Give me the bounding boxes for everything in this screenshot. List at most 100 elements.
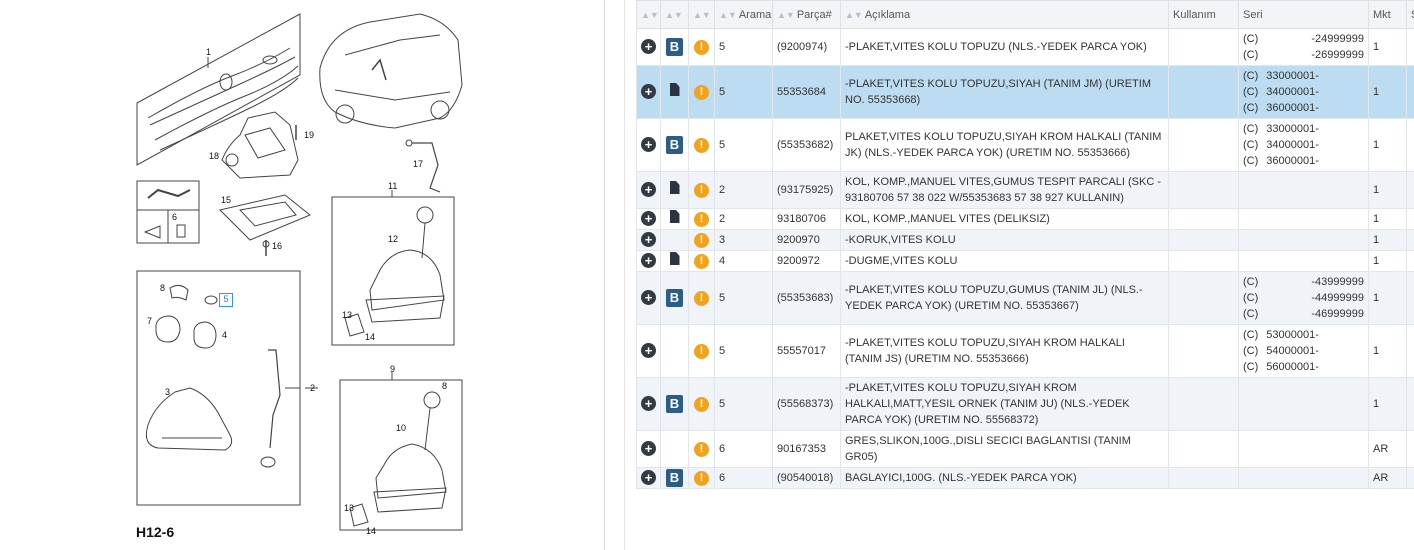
b-badge-icon[interactable]: B bbox=[666, 395, 683, 413]
warning-icon[interactable]: ! bbox=[694, 183, 709, 198]
col-series-header[interactable]: Seri bbox=[1238, 0, 1369, 29]
plus-circle-icon[interactable]: + bbox=[641, 38, 656, 54]
series-line: (C) 36000001- bbox=[1243, 100, 1364, 116]
b-badge-icon[interactable]: B bbox=[666, 289, 683, 307]
document-icon[interactable] bbox=[669, 210, 680, 223]
parts-diagram[interactable]: 1 2 3 4 5 6 7 8 8 9 10 11 12 13 13 14 14… bbox=[0, 0, 604, 550]
col-search-header[interactable]: ▲▼ Arama bbox=[714, 0, 773, 29]
callout-4: 4 bbox=[222, 330, 228, 340]
warning-icon[interactable]: ! bbox=[694, 233, 709, 248]
col-expand-header[interactable]: ▲▼ bbox=[636, 0, 661, 29]
col-search-label: Arama bbox=[738, 8, 772, 21]
document-icon[interactable] bbox=[669, 181, 680, 194]
cell-part-number[interactable]: (9200974) bbox=[772, 28, 841, 66]
callout-6: 6 bbox=[172, 212, 178, 222]
warning-icon[interactable]: ! bbox=[694, 85, 709, 100]
table-row[interactable]: + B! 5 (55353682) PLAKET,VITES KOLU TOPUZU,S… bbox=[636, 118, 1414, 172]
cell-part-number[interactable]: 93180706 bbox=[772, 208, 841, 230]
cell-part-number[interactable]: 9200972 bbox=[772, 250, 841, 272]
parts-table-container[interactable]: ▲▼ ▲▼ ▲▼ ▲▼ Arama ▲▼ Parça# ▲▼ Açıklama Kul… bbox=[636, 0, 1414, 550]
b-badge-icon[interactable]: B bbox=[666, 136, 683, 154]
plus-circle-icon[interactable]: + bbox=[641, 469, 656, 485]
plus-circle-icon[interactable]: + bbox=[641, 395, 656, 411]
table-row[interactable]: +! 2 93180706 KOL, KOMP.,MANUEL VITES (DELI… bbox=[636, 208, 1414, 230]
table-row[interactable]: +! 5 55557017 -PLAKET,VITES KOLU TOPUZU,SIY… bbox=[636, 324, 1414, 378]
cell-part-number[interactable]: (55353682) bbox=[772, 118, 841, 172]
callout-13a: 13 bbox=[342, 310, 353, 320]
cell-part-number[interactable]: (90540018) bbox=[772, 467, 841, 489]
warning-icon[interactable]: ! bbox=[694, 212, 709, 227]
document-icon[interactable] bbox=[669, 252, 680, 265]
table-row[interactable]: + B! 5 (55353683) -PLAKET,VITES KOLU TOPUZU,… bbox=[636, 271, 1414, 325]
cell-qty: 1 bbox=[1368, 229, 1407, 251]
cell-part-number[interactable]: (55353683) bbox=[772, 271, 841, 325]
table-row[interactable]: + B! 5 (55568373) -PLAKET,VITES KOLU TOPUZU,… bbox=[636, 377, 1414, 431]
cell-part-number[interactable]: 55353684 bbox=[772, 65, 841, 119]
series-line: (C) 36000001- bbox=[1243, 153, 1364, 169]
col-qty-header[interactable]: Mkt bbox=[1368, 0, 1407, 29]
plus-circle-icon[interactable]: + bbox=[641, 136, 656, 152]
table-row[interactable]: +! 4 9200972 -DUGME,VITES KOLU 1 bbox=[636, 250, 1414, 272]
cell-s bbox=[1406, 118, 1414, 172]
plus-circle-icon[interactable]: + bbox=[641, 83, 656, 99]
table-header-row: ▲▼ ▲▼ ▲▼ ▲▼ Arama ▲▼ Parça# ▲▼ Açıklama Kul… bbox=[636, 0, 1414, 29]
series-code: (C) bbox=[1243, 345, 1259, 357]
plus-circle-icon[interactable]: + bbox=[641, 181, 656, 197]
table-row[interactable]: +! 2 (93175925) KOL, KOMP.,MANUEL VITES,GUM… bbox=[636, 171, 1414, 209]
cell-qty: 1 bbox=[1368, 65, 1407, 119]
cell-part-number[interactable]: 55557017 bbox=[772, 324, 841, 378]
cell-description: GRES,SLIKON,100G.,DISLI SECICI BAGLANTIS… bbox=[840, 430, 1169, 468]
plus-circle-icon[interactable]: + bbox=[641, 252, 656, 268]
cell-qty: 1 bbox=[1368, 324, 1407, 378]
col-usage-header[interactable]: Kullanım bbox=[1168, 0, 1239, 29]
col-s-header[interactable]: S bbox=[1406, 0, 1414, 29]
table-row[interactable]: + B! 6 (90540018) BAGLAYICI,100G. (NLS.-YEDE… bbox=[636, 467, 1414, 489]
b-badge-icon[interactable]: B bbox=[666, 469, 683, 487]
cell-description: -PLAKET,VITES KOLU TOPUZU (NLS.-YEDEK PA… bbox=[840, 28, 1169, 66]
plus-circle-icon[interactable]: + bbox=[641, 440, 656, 456]
col-warning-header[interactable]: ▲▼ bbox=[688, 0, 715, 29]
callout-2: 2 bbox=[310, 383, 316, 393]
col-desc-header[interactable]: ▲▼ Açıklama bbox=[840, 0, 1169, 29]
plus-circle-icon[interactable]: + bbox=[641, 210, 656, 226]
table-row[interactable]: +! 6 90167353 GRES,SLIKON,100G.,DISLI SECIC… bbox=[636, 430, 1414, 468]
callout-14a: 14 bbox=[365, 332, 376, 342]
cell-usage bbox=[1168, 118, 1239, 172]
plus-circle-icon[interactable]: + bbox=[641, 231, 656, 247]
cell-part-number[interactable]: 9200970 bbox=[772, 229, 841, 251]
table-row[interactable]: + B! 5 (9200974) -PLAKET,VITES KOLU TOPUZU (… bbox=[636, 28, 1414, 66]
callout-7: 7 bbox=[147, 316, 153, 326]
warning-icon[interactable]: ! bbox=[694, 344, 709, 359]
col-part-header[interactable]: ▲▼ Parça# bbox=[772, 0, 841, 29]
cell-part-number[interactable]: (55568373) bbox=[772, 377, 841, 431]
series-line: (C) 33000001- bbox=[1243, 121, 1364, 137]
warning-icon[interactable]: ! bbox=[694, 471, 709, 486]
table-row[interactable]: +! 3 9200970 -KORUK,VITES KOLU 1 bbox=[636, 229, 1414, 251]
pane-divider[interactable] bbox=[604, 0, 605, 550]
warning-icon[interactable]: ! bbox=[694, 442, 709, 457]
warning-icon[interactable]: ! bbox=[694, 397, 709, 412]
plus-circle-icon[interactable]: + bbox=[641, 289, 656, 305]
cell-search: 4 bbox=[714, 250, 773, 272]
document-icon[interactable] bbox=[669, 83, 680, 96]
b-badge-icon[interactable]: B bbox=[666, 38, 683, 56]
callout-19: 19 bbox=[304, 130, 315, 140]
callout-5-selected[interactable]: 5 bbox=[219, 293, 233, 307]
cell-part-number[interactable]: (93175925) bbox=[772, 171, 841, 209]
series-code: (C) bbox=[1243, 70, 1259, 82]
warning-icon[interactable]: ! bbox=[694, 138, 709, 153]
cell-s bbox=[1406, 324, 1414, 378]
cell-search: 5 bbox=[714, 377, 773, 431]
table-row[interactable]: +! 5 55353684 -PLAKET,VITES KOLU TOPUZU,SIY… bbox=[636, 65, 1414, 119]
warning-icon[interactable]: ! bbox=[694, 291, 709, 306]
cell-part-number[interactable]: 90167353 bbox=[772, 430, 841, 468]
warning-icon[interactable]: ! bbox=[694, 254, 709, 269]
series-code: (C) bbox=[1243, 49, 1259, 61]
plus-circle-icon[interactable]: + bbox=[641, 342, 656, 358]
callout-1: 1 bbox=[206, 47, 212, 57]
warning-icon[interactable]: ! bbox=[694, 40, 709, 55]
cell-usage bbox=[1168, 250, 1239, 272]
cell-qty: 1 bbox=[1368, 208, 1407, 230]
col-bulletin-header[interactable]: ▲▼ bbox=[660, 0, 689, 29]
cell-qty: 1 bbox=[1368, 250, 1407, 272]
